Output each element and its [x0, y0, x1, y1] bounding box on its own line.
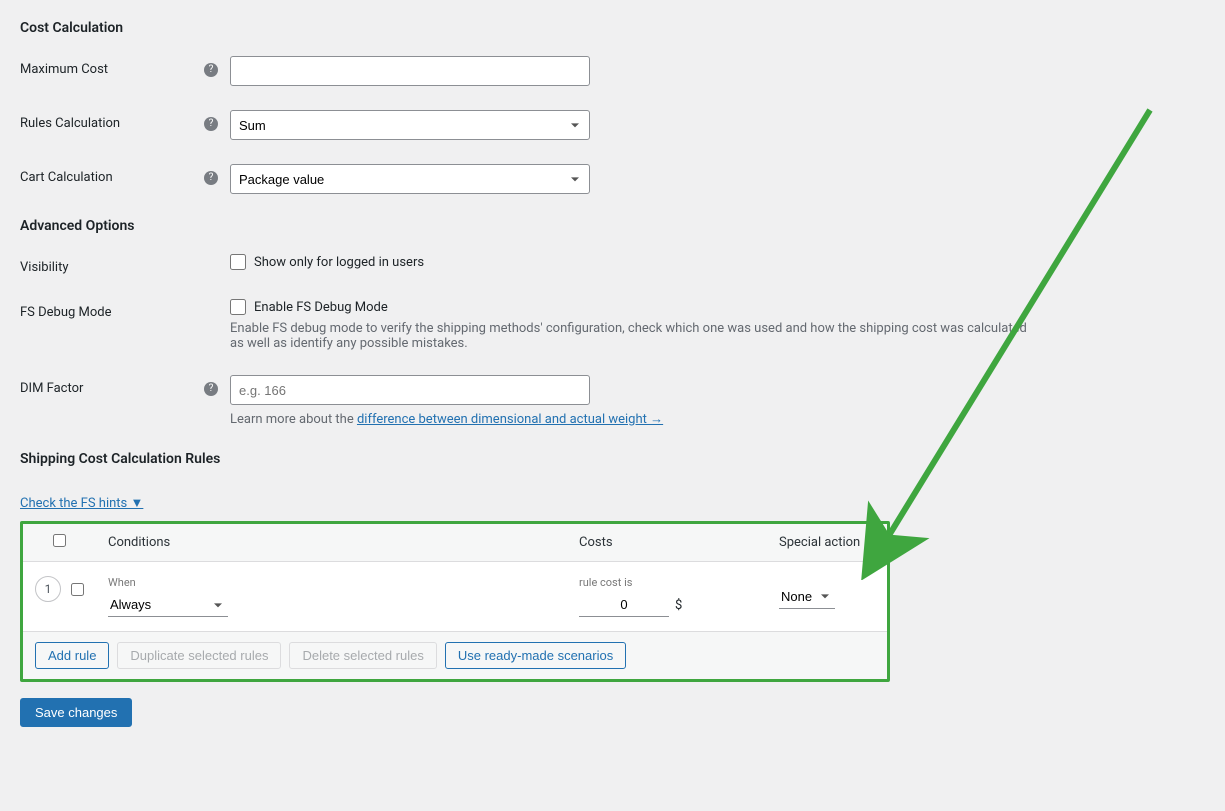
help-icon[interactable]: ?: [204, 171, 218, 185]
cost-input[interactable]: [579, 593, 669, 617]
dim-factor-input[interactable]: [230, 375, 590, 405]
when-label: When: [108, 576, 555, 589]
rules-calc-select[interactable]: Sum: [230, 110, 590, 140]
section-cost-calculation: Cost Calculation: [20, 20, 1205, 36]
table-row: 1 When Always rule cost is $: [23, 562, 887, 632]
help-icon[interactable]: ?: [204, 382, 218, 396]
cost-label: rule cost is: [579, 576, 755, 589]
delete-rules-button[interactable]: Delete selected rules: [289, 642, 436, 669]
fs-debug-checkbox[interactable]: [230, 299, 246, 315]
label-visibility: Visibility: [20, 260, 69, 275]
col-conditions: Conditions: [96, 524, 567, 562]
help-icon[interactable]: ?: [204, 117, 218, 131]
label-fs-debug: FS Debug Mode: [20, 305, 112, 320]
label-rules-calc: Rules Calculation: [20, 116, 120, 131]
dim-link[interactable]: difference between dimensional and actua…: [357, 412, 663, 427]
help-icon[interactable]: ?: [204, 63, 218, 77]
cart-calc-select[interactable]: Package value: [230, 164, 590, 194]
col-costs: Costs: [567, 524, 767, 562]
visibility-checkbox-label: Show only for logged in users: [254, 255, 424, 270]
duplicate-rules-button[interactable]: Duplicate selected rules: [117, 642, 281, 669]
rules-box: Conditions Costs Special action 1 When A…: [20, 521, 890, 682]
add-rule-button[interactable]: Add rule: [35, 642, 109, 669]
max-cost-input[interactable]: [230, 56, 590, 86]
visibility-checkbox[interactable]: [230, 254, 246, 270]
special-action-select[interactable]: None: [779, 585, 835, 609]
row-checkbox[interactable]: [71, 583, 84, 596]
label-max-cost: Maximum Cost: [20, 62, 108, 77]
save-changes-button[interactable]: Save changes: [20, 698, 132, 727]
ready-scenarios-button[interactable]: Use ready-made scenarios: [445, 642, 626, 669]
check-hints-link[interactable]: Check the FS hints ▼: [20, 495, 143, 511]
arrow-annotation: [850, 100, 1170, 580]
label-cart-calc: Cart Calculation: [20, 170, 113, 185]
select-all-checkbox[interactable]: [53, 534, 66, 547]
row-number: 1: [35, 576, 61, 602]
dim-desc-prefix: Learn more about the: [230, 412, 357, 427]
currency-symbol: $: [675, 598, 682, 613]
when-select[interactable]: Always: [108, 593, 228, 617]
fs-debug-checkbox-label: Enable FS Debug Mode: [254, 300, 388, 315]
label-dim-factor: DIM Factor: [20, 381, 83, 396]
